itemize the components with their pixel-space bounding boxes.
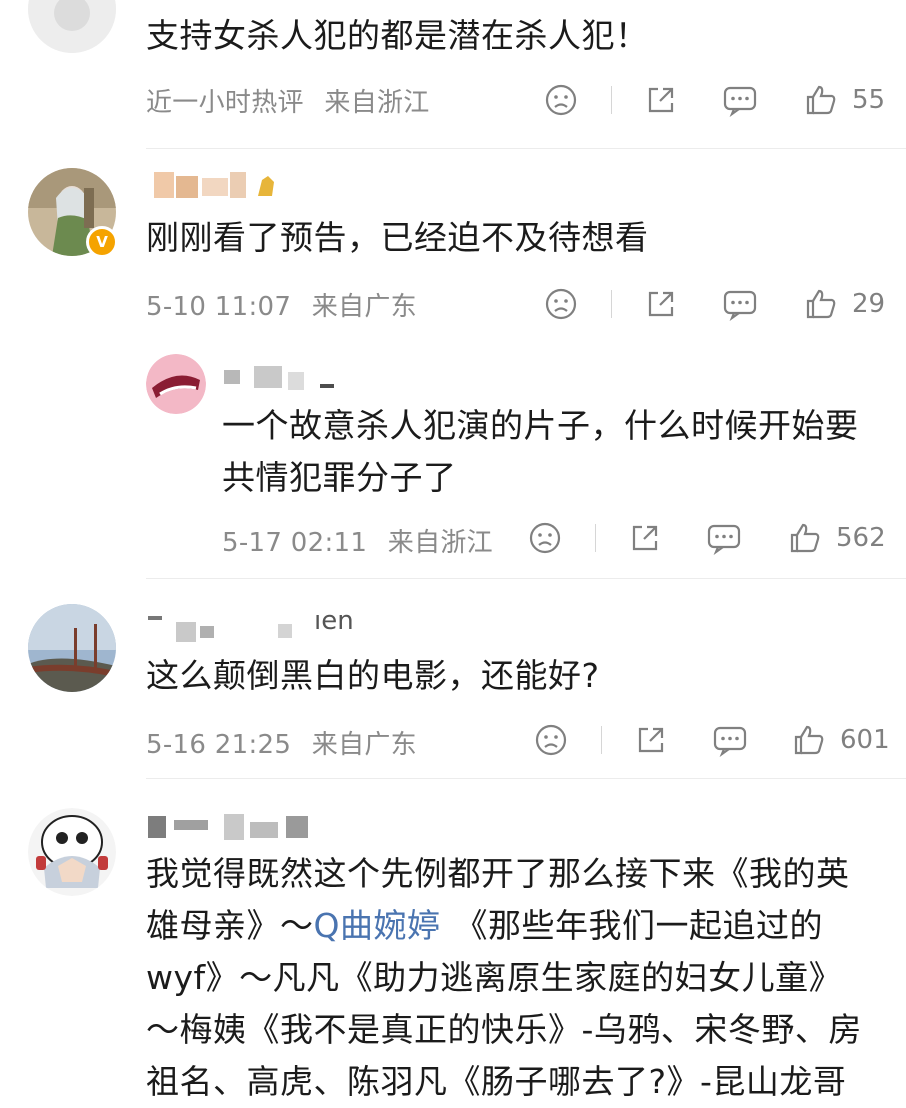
- divider: [611, 290, 612, 318]
- like-count: 29: [852, 289, 886, 319]
- like-button[interactable]: 562: [788, 518, 886, 558]
- dislike-button[interactable]: [544, 80, 578, 120]
- username-redacted: [146, 172, 286, 202]
- comment-item: 我觉得既然这个先例都开了那么接下来《我的英 雄母亲》～Q曲婉婷 《那些年我们一起追…: [0, 780, 906, 1101]
- comment-meta: 近一小时热评 来自浙江: [146, 82, 430, 119]
- reply-text-line2: 共情犯罪分子了: [222, 458, 457, 497]
- share-icon: [638, 727, 664, 753]
- comment-text-line2: 雄母亲》～Q曲婉婷 《那些年我们一起追过的: [146, 900, 823, 952]
- comment-text-line3: wyf》～凡凡《助力逃离原生家庭的妇女儿童》: [146, 958, 843, 997]
- dislike-button[interactable]: [544, 284, 578, 324]
- comment-item: V 刚刚看了预告，已经迫不及待想看 5-10 11:07 来自广东 29 一个故…: [0, 150, 906, 580]
- like-icon: [790, 523, 820, 553]
- username-fragment: ıen: [314, 606, 354, 636]
- share-button[interactable]: [634, 720, 668, 760]
- comment-text: 刚刚看了预告，已经迫不及待想看: [146, 218, 649, 257]
- reply-button[interactable]: [722, 80, 758, 120]
- reply-meta: 5-17 02:11 来自浙江: [222, 522, 493, 559]
- share-icon: [648, 291, 674, 317]
- reply-actions: 562: [528, 518, 894, 558]
- username-redacted: [146, 812, 346, 842]
- username-redacted: ıen: [146, 606, 376, 642]
- reply-icon: [713, 726, 747, 757]
- text-segment: 《那些年我们一起追过的: [454, 906, 823, 945]
- divider: [146, 148, 906, 149]
- share-icon: [648, 87, 674, 113]
- comment-item: 支持女杀人犯的都是潜在杀人犯！ 近一小时热评 来自浙江 55: [0, 0, 906, 150]
- comment-text: 这么颠倒黑白的电影，还能好?: [146, 656, 600, 695]
- like-icon: [806, 85, 836, 115]
- divider: [146, 578, 906, 579]
- reply-avatar[interactable]: [146, 354, 206, 414]
- comment-location: 来自广东: [311, 730, 417, 760]
- reply-icon: [707, 524, 741, 555]
- text-segment: 雄母亲》～: [146, 906, 314, 945]
- reply-icon: [723, 86, 757, 117]
- comment-text-line5: 祖名、高虎、陈羽凡《肠子哪去了?》-昆山龙哥: [146, 1062, 847, 1101]
- like-icon: [806, 289, 836, 319]
- share-button[interactable]: [628, 518, 662, 558]
- reply-text-line1: 一个故意杀人犯演的片子，什么时候开始要: [222, 406, 859, 445]
- comment-text: 支持女杀人犯的都是潜在杀人犯！: [146, 16, 649, 55]
- comment-item: ıen 这么颠倒黑白的电影，还能好? 5-16 21:25 来自广东 601: [0, 580, 906, 780]
- comment-location: 来自广东: [311, 292, 417, 322]
- avatar[interactable]: [28, 604, 116, 692]
- reply-button[interactable]: [722, 284, 758, 324]
- share-icon: [632, 525, 658, 551]
- avatar[interactable]: [28, 0, 116, 53]
- like-count: 55: [852, 85, 886, 115]
- divider: [146, 778, 906, 779]
- share-button[interactable]: [644, 80, 678, 120]
- reply-username-redacted: [222, 362, 342, 392]
- comment-actions: 601: [534, 720, 894, 760]
- comment-meta: 5-10 11:07 来自广东: [146, 286, 417, 323]
- comment-time: 5-10 11:07: [146, 292, 292, 322]
- comment-location: 来自浙江: [387, 528, 493, 558]
- comment-time: 5-17 02:11: [222, 528, 368, 558]
- comment-time: 5-16 21:25: [146, 730, 292, 760]
- like-count: 601: [840, 725, 890, 755]
- verified-badge-icon: V: [86, 226, 118, 258]
- dislike-button[interactable]: [534, 720, 568, 760]
- reply-button[interactable]: [712, 720, 748, 760]
- divider: [595, 524, 596, 552]
- share-button[interactable]: [644, 284, 678, 324]
- like-icon: [794, 725, 824, 755]
- dislike-icon: [529, 522, 561, 554]
- comment-time: 近一小时热评: [146, 88, 304, 118]
- avatar[interactable]: [28, 808, 116, 896]
- comment-text-line4: ～梅姨《我不是真正的快乐》-乌鸦、宋冬野、房: [146, 1010, 862, 1049]
- divider: [601, 726, 602, 754]
- comment-meta: 5-16 21:25 来自广东: [146, 724, 417, 761]
- comment-text-line1: 我觉得既然这个先例都开了那么接下来《我的英: [146, 854, 850, 893]
- dislike-icon: [545, 288, 577, 320]
- like-button[interactable]: 29: [804, 284, 885, 324]
- divider: [611, 86, 612, 114]
- comment-actions: 29: [544, 284, 894, 324]
- reply-icon: [723, 290, 757, 321]
- mention-link[interactable]: Q曲婉婷: [314, 906, 441, 945]
- like-count: 562: [836, 523, 886, 553]
- like-button[interactable]: 601: [792, 720, 890, 760]
- dislike-icon: [545, 84, 577, 116]
- dislike-icon: [535, 724, 567, 756]
- like-button[interactable]: 55: [804, 80, 885, 120]
- reply-button[interactable]: [706, 518, 742, 558]
- comment-location: 来自浙江: [324, 88, 430, 118]
- dislike-button[interactable]: [528, 518, 562, 558]
- comment-actions: 55: [544, 80, 894, 120]
